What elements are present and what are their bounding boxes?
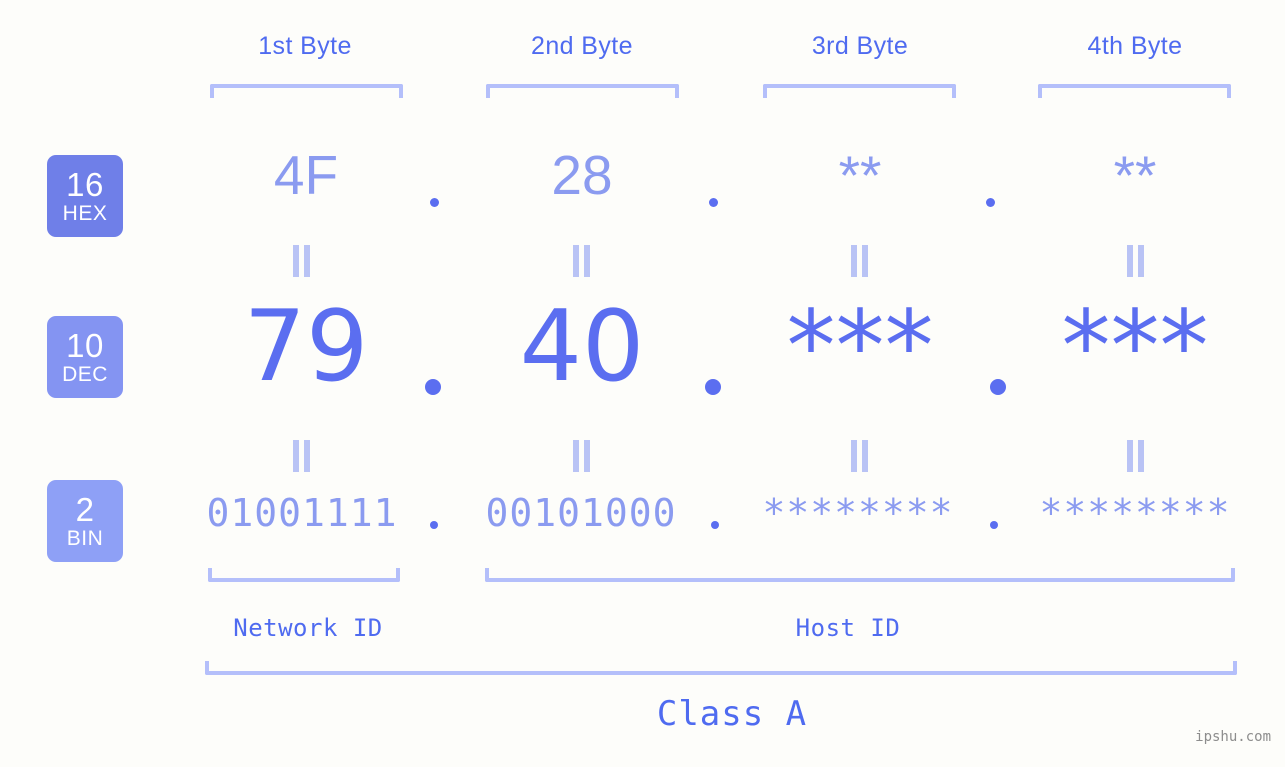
- network-id-bracket: [208, 568, 400, 582]
- equals-mark-dec-bin-1: [290, 440, 312, 472]
- base-badge-bin: 2 BIN: [47, 480, 123, 562]
- bin-byte-1: 01001111: [206, 491, 398, 535]
- dec-separator-2: [705, 379, 721, 395]
- host-id-bracket: [485, 568, 1235, 582]
- dec-byte-4: ***: [1061, 290, 1209, 404]
- dec-byte-2: 40: [519, 290, 645, 404]
- dec-byte-3: ***: [786, 290, 934, 404]
- equals-mark-dec-bin-4: [1124, 440, 1146, 472]
- host-id-label: Host ID: [795, 614, 901, 642]
- byte-header-4: 4th Byte: [1087, 32, 1183, 60]
- equals-mark-hex-dec-3: [848, 245, 870, 277]
- base-badge-dec-abbr: DEC: [62, 363, 108, 386]
- bin-byte-2: 00101000: [485, 491, 677, 535]
- byte-header-2: 2nd Byte: [531, 32, 633, 60]
- base-badge-bin-abbr: BIN: [66, 527, 104, 550]
- hex-byte-2: 28: [551, 144, 613, 206]
- network-id-label: Network ID: [233, 614, 383, 642]
- hex-byte-1: 4F: [273, 144, 339, 206]
- hex-separator-1: [430, 198, 439, 207]
- hex-byte-4: **: [1113, 144, 1157, 206]
- base-badge-dec-number: 10: [66, 327, 104, 364]
- bin-byte-3: ********: [762, 491, 954, 535]
- dec-byte-1: 79: [243, 290, 369, 404]
- equals-mark-dec-bin-3: [848, 440, 870, 472]
- byte-header-1: 1st Byte: [258, 32, 352, 60]
- hex-separator-2: [709, 198, 718, 207]
- base-badge-hex-number: 16: [66, 166, 104, 203]
- equals-mark-hex-dec-4: [1124, 245, 1146, 277]
- byte-bracket-top-4: [1038, 84, 1231, 98]
- ip-byte-breakdown-diagram: 1st Byte 2nd Byte 3rd Byte 4th Byte 16 H…: [0, 0, 1285, 767]
- site-watermark: ipshu.com: [1195, 729, 1271, 745]
- base-badge-hex-abbr: HEX: [62, 202, 108, 225]
- equals-mark-hex-dec-1: [290, 245, 312, 277]
- dec-separator-1: [425, 379, 441, 395]
- byte-header-3: 3rd Byte: [811, 32, 909, 60]
- bin-byte-4: ********: [1039, 491, 1231, 535]
- byte-bracket-top-3: [763, 84, 956, 98]
- equals-mark-dec-bin-2: [570, 440, 592, 472]
- base-badge-hex: 16 HEX: [47, 155, 123, 237]
- base-badge-bin-number: 2: [75, 491, 95, 528]
- class-label: Class A: [656, 694, 808, 734]
- base-badge-dec: 10 DEC: [47, 316, 123, 398]
- class-bracket: [205, 661, 1237, 675]
- hex-byte-3: **: [838, 144, 882, 206]
- hex-separator-3: [986, 198, 995, 207]
- equals-mark-hex-dec-2: [570, 245, 592, 277]
- byte-bracket-top-2: [486, 84, 679, 98]
- dec-separator-3: [990, 379, 1006, 395]
- bin-separator-2: [711, 521, 719, 529]
- bin-separator-3: [990, 521, 998, 529]
- byte-bracket-top-1: [210, 84, 403, 98]
- bin-separator-1: [430, 521, 438, 529]
